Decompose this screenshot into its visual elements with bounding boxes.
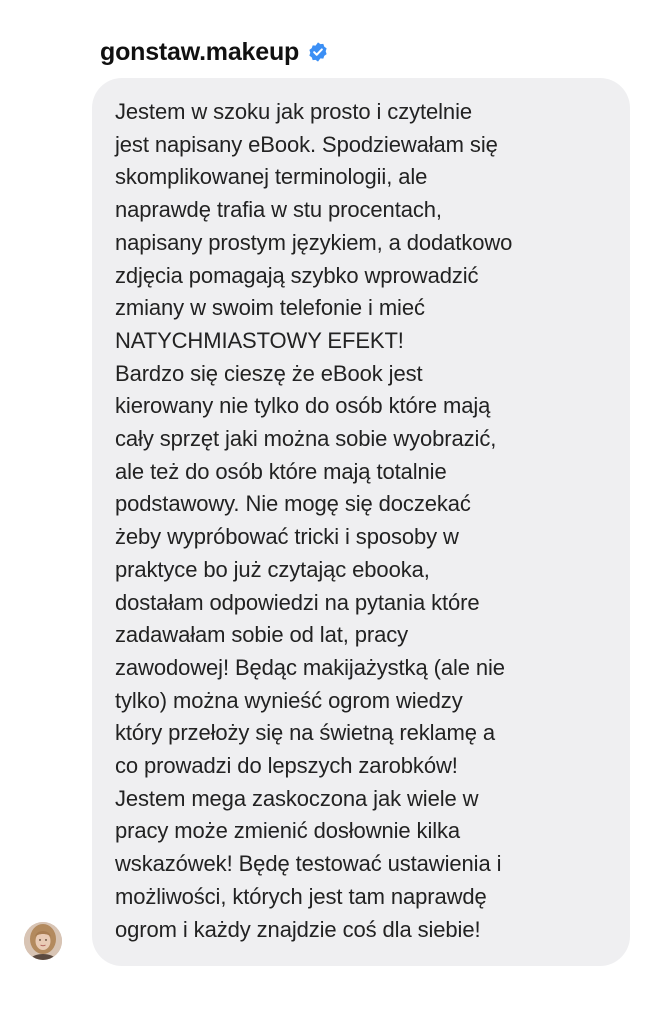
verified-badge-icon [307,41,329,63]
message-line: wskazówek! Będę testować ustawienia i [115,851,502,877]
message-line: możliwości, których jest tam naprawdę [115,883,487,909]
message-line: naprawdę trafia w stu procentach, [115,197,442,223]
message-line: Jestem w szoku jak prosto i czytelnie [115,99,472,124]
message-paragraph-1: Jestem w szoku jak prosto i czytelnie je… [115,96,610,358]
message-line: ale też do osób które mają totalnie [115,458,447,484]
message-line: skomplikowanej terminologii, ale [115,164,428,190]
message-bubble[interactable]: Jestem w szoku jak prosto i czytelnie je… [92,78,630,966]
message-line: dostałam odpowiedzi na pytania które [115,589,480,615]
conversation-header: gonstaw.makeup [100,30,329,74]
message-line: napisany prostym językiem, a dodatkowo [115,229,513,255]
message-line: żeby wypróbować tricki i sposoby w [115,524,459,550]
message-paragraph-3: Jestem mega zaskoczona jak wiele w pracy… [115,783,610,947]
message-line: Jestem mega zaskoczona jak wiele w [115,785,479,811]
message-line: który przełoży się na świetną reklamę a [115,720,496,746]
message-line: Bardzo się cieszę że eBook jest [115,360,423,386]
message-line: zawodowej! Będąc makijażystką (ale nie [115,654,505,680]
message-line: pracy może zmienić dosłownie kilka [115,818,461,844]
message-line: zmiany w swoim telefonie i mieć [115,295,425,321]
username[interactable]: gonstaw.makeup [100,38,299,67]
message-line: zdjęcia pomagają szybko wprowadzić [115,262,479,288]
message-line: zadawałam sobie od lat, pracy [115,622,409,648]
message-line: podstawowy. Nie mogę się doczekać [115,491,471,517]
message-line: jest napisany eBook. Spodziewałam się [115,131,498,157]
message-line: ogrom i każdy znajdzie coś dla siebie! [115,916,481,942]
message-line: NATYCHMIASTOWY EFEKT! [115,327,404,353]
profile-photo-avatar [24,922,62,960]
message-paragraph-2: Bardzo się cieszę że eBook jest kierowan… [115,358,610,783]
message-line: cały sprzęt jaki można sobie wyobrazić, [115,426,497,452]
message-line: praktyce bo już czytając ebooka, [115,556,430,582]
message-line: kierowany nie tylko do osób które mają [115,393,491,419]
message-line: co prowadzi do lepszych zarobków! [115,753,458,779]
message-line: tylko) można wynieść ogrom wiedzy [115,687,463,713]
sender-avatar[interactable] [24,922,62,960]
